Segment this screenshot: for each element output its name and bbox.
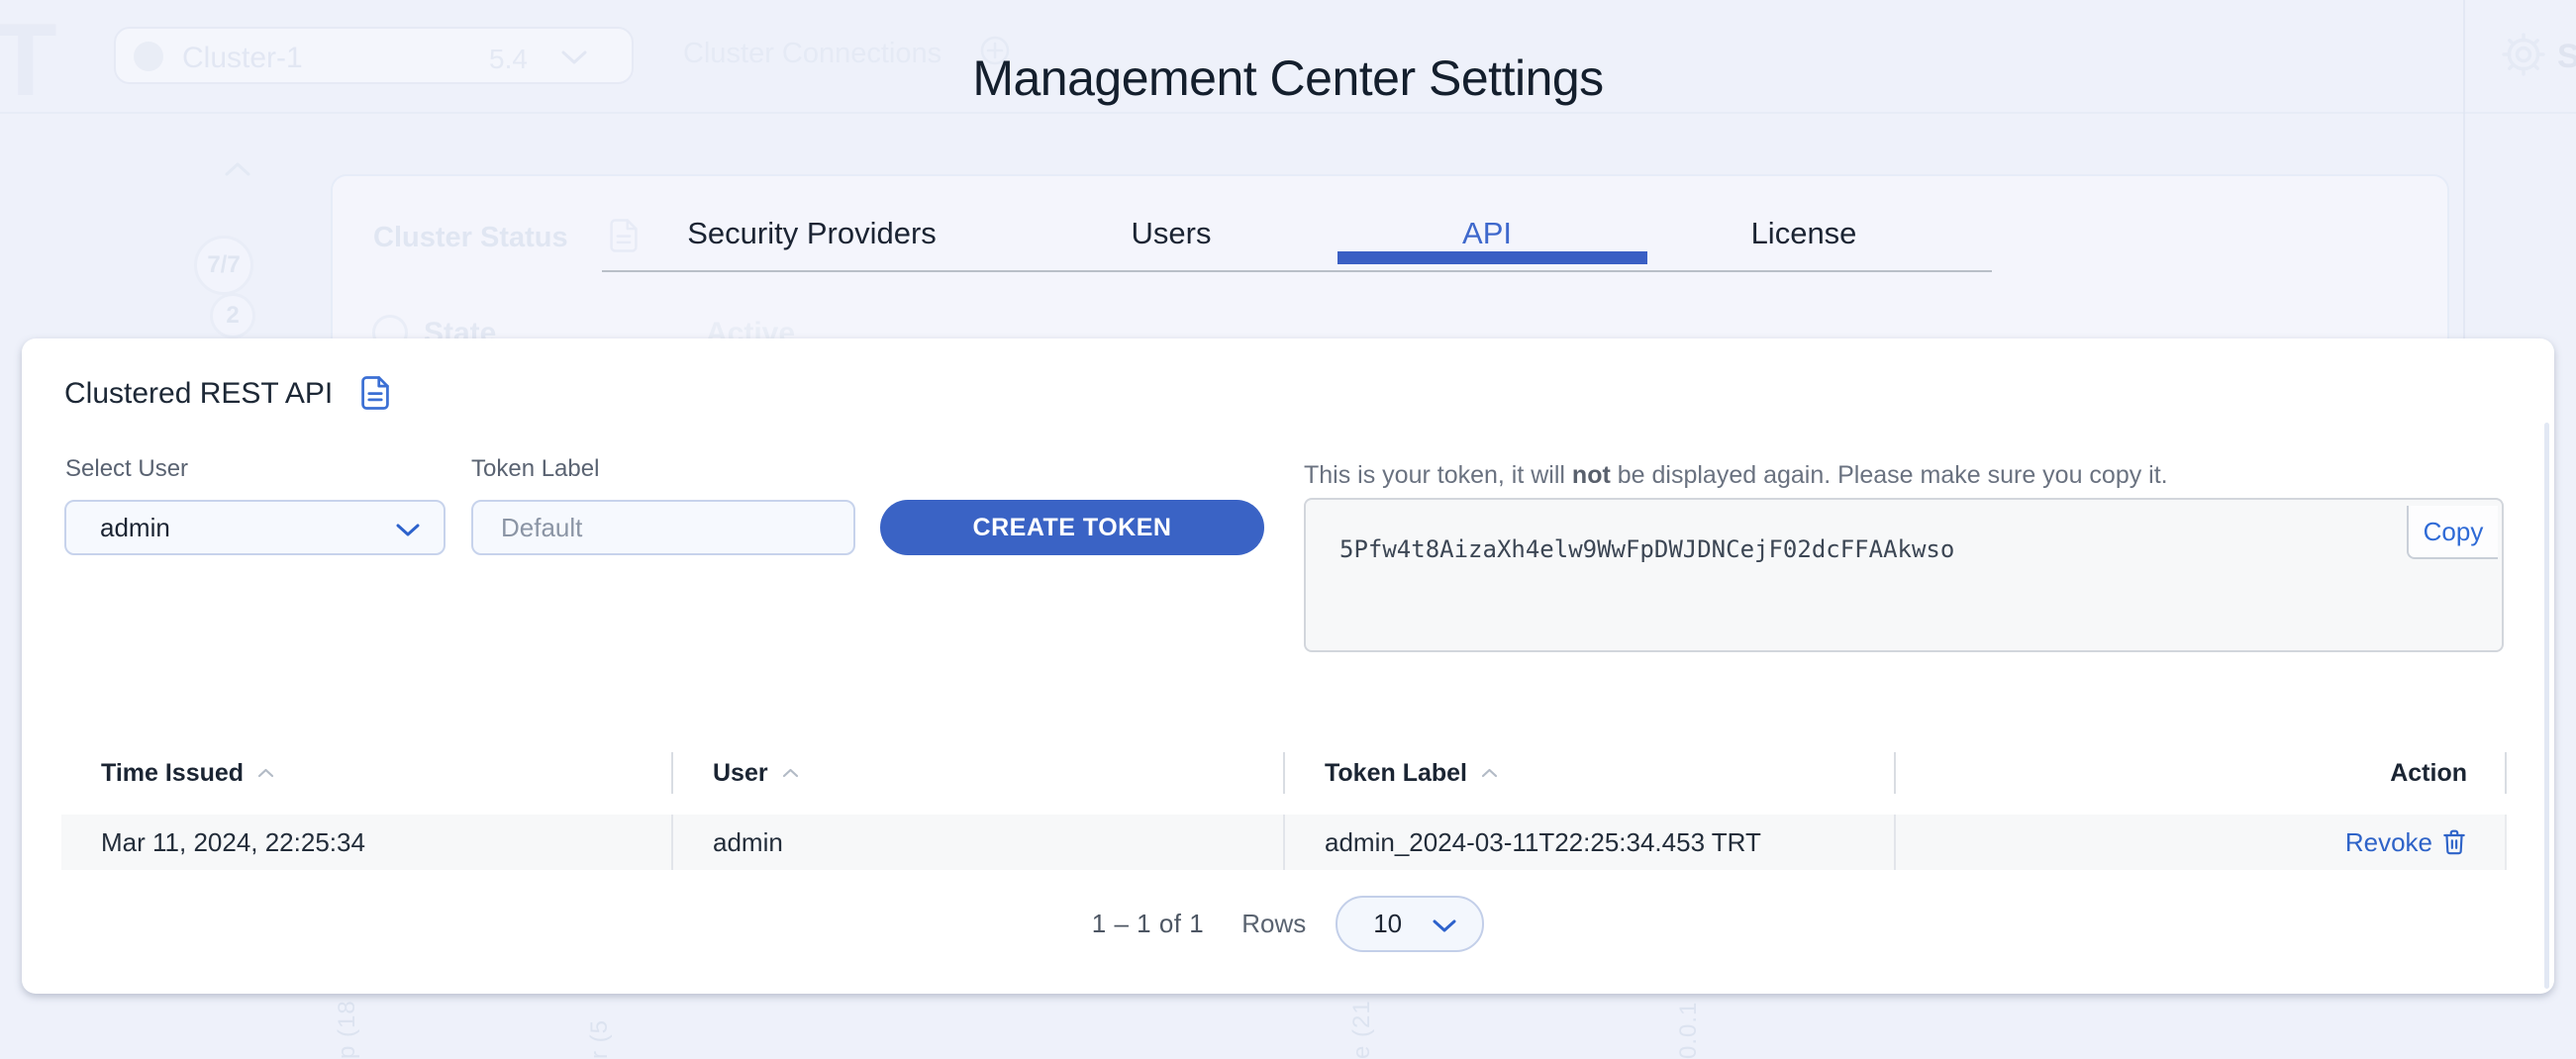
pagination-range: 1 – 1 of 1 [1092,909,1204,939]
column-header-user[interactable]: User [673,752,1285,794]
table-row: Mar 11, 2024, 22:25:34 admin admin_2024-… [61,815,2507,870]
sidebar-badge-clients: 2 [210,293,255,338]
panel-heading: Clustered REST API [64,377,390,419]
tab-security-providers[interactable]: Security Providers [687,216,937,251]
revoke-link[interactable]: Revoke [2345,827,2467,858]
tab-license[interactable]: License [1751,216,1857,251]
column-header-time-issued[interactable]: Time Issued [61,752,673,794]
chevron-down-icon [396,513,420,543]
sort-asc-icon [257,768,274,778]
sidebar-collapse-icon [224,161,251,182]
column-label: User [713,759,768,788]
cell-action: Revoke [1896,815,2507,870]
cell-user: admin [673,815,1285,870]
column-header-token-label[interactable]: Token Label [1285,752,1896,794]
chart-tick-label: e (21 [1348,998,1376,1059]
docs-link-icon[interactable] [360,375,390,419]
pagination: 1 – 1 of 1 Rows 10 [22,895,2554,952]
column-label: Time Issued [101,759,244,788]
token-notice-prefix: This is your token, it will [1304,461,1572,489]
select-user-label: Select User [65,455,188,483]
token-value: 5Pfw4t8AizaXh4elw9WwFpDWJDNCejF02dcFFAAk… [1339,535,1954,563]
sort-asc-icon [1481,768,1498,778]
cell-token-label: admin_2024-03-11T22:25:34.453 TRT [1285,815,1896,870]
token-label-label: Token Label [471,455,599,483]
rows-per-page-select[interactable]: 10 [1336,896,1484,952]
topbar-divider [0,112,2576,114]
select-user-value: admin [100,513,170,543]
sort-asc-icon [782,768,799,778]
panel-heading-label: Clustered REST API [64,377,333,411]
revoke-label: Revoke [2345,827,2432,858]
chart-tick-label: 0.0.1 [1675,998,1703,1059]
chevron-down-icon [1433,909,1456,939]
create-token-button[interactable]: CREATE TOKEN [880,500,1264,555]
active-tab-indicator [1338,251,1647,264]
tab-users[interactable]: Users [1132,216,1212,251]
token-notice-suffix: be displayed again. Please make sure you… [1611,461,2168,489]
column-header-action: Action [1896,752,2507,794]
tabstrip-divider [602,270,1992,272]
page-title: Management Center Settings [0,49,2576,107]
api-settings-card: Clustered REST API Select User admin Tok… [22,338,2554,994]
tokens-table: Time Issued User Token Label Action Mar … [61,752,2507,870]
document-icon [609,218,639,258]
rows-per-page-value: 10 [1373,909,1402,939]
cluster-status-title: Cluster Status [373,222,568,254]
token-notice-bold: not [1572,461,1611,489]
tab-api[interactable]: API [1462,216,1512,251]
tokens-table-header: Time Issued User Token Label Action [61,752,2507,794]
column-label: Action [2390,759,2467,788]
column-label: Token Label [1325,759,1467,788]
chart-tick-label: r (5 [586,998,614,1059]
rows-per-page-label: Rows [1241,909,1306,939]
sidebar-badge-members: 7/7 [194,236,253,295]
management-center-page: T Cluster-1 5.4 Cluster Connections S 7/… [0,0,2576,1059]
chart-tick-label: p (18 [334,998,361,1059]
token-notice: This is your token, it will not be displ… [1304,461,2168,490]
token-label-input[interactable] [473,502,853,553]
cell-time-issued: Mar 11, 2024, 22:25:34 [61,815,673,870]
token-label-input-wrap [471,500,855,555]
trash-icon [2441,828,2467,856]
select-user-dropdown[interactable]: admin [64,500,446,555]
token-display-box: 5Pfw4t8AizaXh4elw9WwFpDWJDNCejF02dcFFAAk… [1304,498,2504,652]
copy-token-button[interactable]: Copy [2407,506,2498,559]
